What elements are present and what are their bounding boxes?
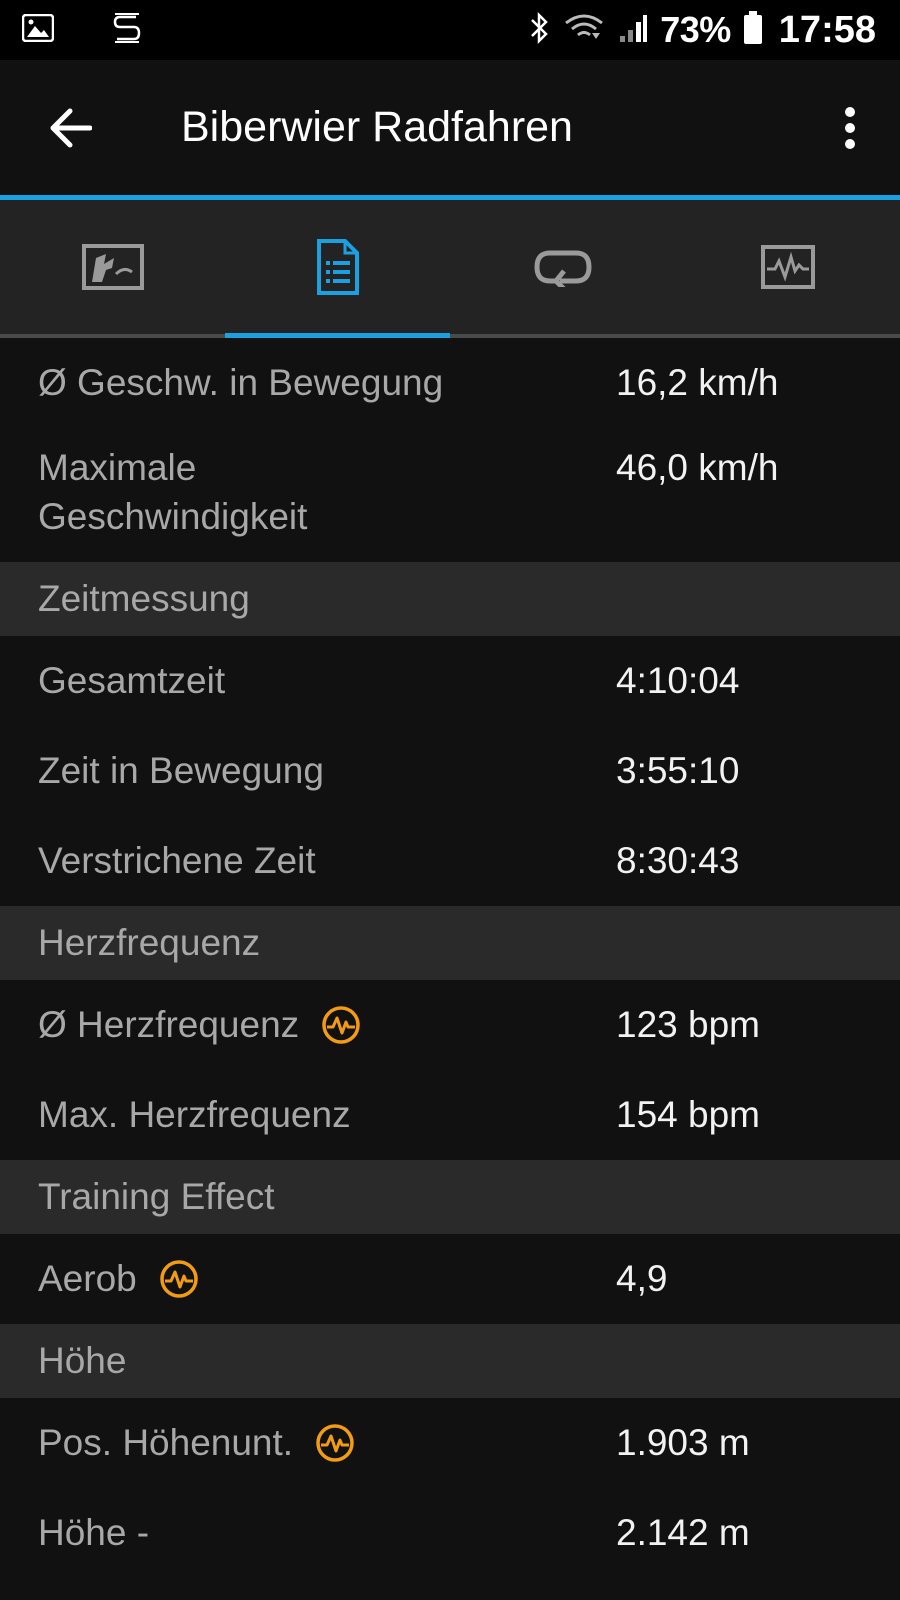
stat-label: Aerob (38, 1254, 578, 1303)
back-button[interactable] (0, 58, 140, 198)
section-header-elevation: Höhe (0, 1324, 900, 1398)
elevation-chart-icon[interactable] (315, 1423, 355, 1463)
stat-label: Max. Herzfrequenz (38, 1094, 351, 1135)
arrow-back-icon (50, 108, 92, 147)
stat-value: 3:55:10 (616, 750, 740, 791)
stat-row-moving-time: Zeit in Bewegung 3:55:10 (0, 726, 900, 816)
stat-value: 1.903 m (616, 1422, 750, 1463)
status-bar: 73% 17:58 (0, 0, 900, 60)
signal-icon (618, 12, 648, 49)
s-notification-icon (112, 12, 142, 49)
stat-value: 154 bpm (616, 1094, 760, 1135)
stat-row-total-time: Gesamtzeit 4:10:04 (0, 636, 900, 726)
stat-value: 46,0 km/h (616, 447, 779, 488)
stat-value: 2.142 m (616, 1512, 750, 1553)
stat-row-elapsed-time: Verstrichene Zeit 8:30:43 (0, 816, 900, 906)
stat-label-text: Ø Herzfrequenz (38, 1004, 300, 1045)
stat-value: 4,9 (616, 1258, 668, 1299)
stat-label: Ø Geschw. in Bewegung (38, 362, 444, 403)
more-vert-icon (845, 106, 855, 149)
stat-value: 16,2 km/h (616, 362, 779, 403)
more-options-button[interactable] (800, 58, 900, 198)
details-icon (316, 239, 359, 295)
stats-list: Ø Geschw. in Bewegung 16,2 km/h Maximale… (0, 338, 900, 1578)
stat-label: Pos. Höhenunt. (38, 1418, 578, 1467)
clock: 17:58 (778, 8, 876, 51)
battery-percentage: 73% (660, 9, 731, 50)
stat-row-aerobic: Aerob 4,9 (0, 1234, 900, 1324)
gallery-notification-icon (21, 13, 55, 47)
stat-row-elevation-loss: Höhe - 2.142 m (0, 1488, 900, 1578)
map-icon (81, 244, 144, 290)
app-bar: Biberwier Radfahren (0, 60, 900, 200)
stat-label-line1: Maximale (38, 447, 197, 488)
battery-icon (743, 10, 763, 50)
tab-details[interactable] (225, 200, 450, 338)
stat-label: Verstrichene Zeit (38, 840, 316, 881)
stat-label: Höhe - (38, 1512, 150, 1553)
chart-icon (760, 245, 815, 289)
wifi-icon (562, 11, 606, 50)
tab-charts[interactable] (675, 200, 900, 334)
stat-value: 8:30:43 (616, 840, 740, 881)
stat-label: Ø Herzfrequenz (38, 1000, 578, 1049)
section-header-heart-rate: Herzfrequenz (0, 906, 900, 980)
page-title: Biberwier Radfahren (181, 103, 573, 151)
stat-row-avg-heart-rate: Ø Herzfrequenz 123 bpm (0, 980, 900, 1070)
tab-map[interactable] (0, 200, 225, 334)
tab-bar (0, 200, 900, 338)
section-header-training-effect: Training Effect (0, 1160, 900, 1234)
tab-laps[interactable] (450, 200, 675, 334)
bluetooth-icon (528, 11, 550, 50)
stat-label: Maximale Geschwindigkeit (38, 443, 578, 541)
stat-row-max-speed: Maximale Geschwindigkeit 46,0 km/h (0, 428, 900, 562)
stat-value: 123 bpm (616, 1004, 760, 1045)
stat-label: Gesamtzeit (38, 660, 226, 701)
stat-label-line2: Geschwindigkeit (38, 496, 308, 537)
stat-label: Zeit in Bewegung (38, 750, 324, 791)
training-effect-icon[interactable] (159, 1259, 199, 1299)
stat-label-text: Pos. Höhenunt. (38, 1422, 294, 1463)
stat-row-avg-moving-speed: Ø Geschw. in Bewegung 16,2 km/h (0, 338, 900, 428)
section-header-timing: Zeitmessung (0, 562, 900, 636)
stat-label-text: Aerob (38, 1258, 137, 1299)
stat-value: 4:10:04 (616, 660, 740, 701)
heart-rate-icon[interactable] (321, 1005, 361, 1045)
stat-row-max-heart-rate: Max. Herzfrequenz 154 bpm (0, 1070, 900, 1160)
laps-icon (533, 250, 592, 287)
stat-row-elevation-gain: Pos. Höhenunt. 1.903 m (0, 1398, 900, 1488)
